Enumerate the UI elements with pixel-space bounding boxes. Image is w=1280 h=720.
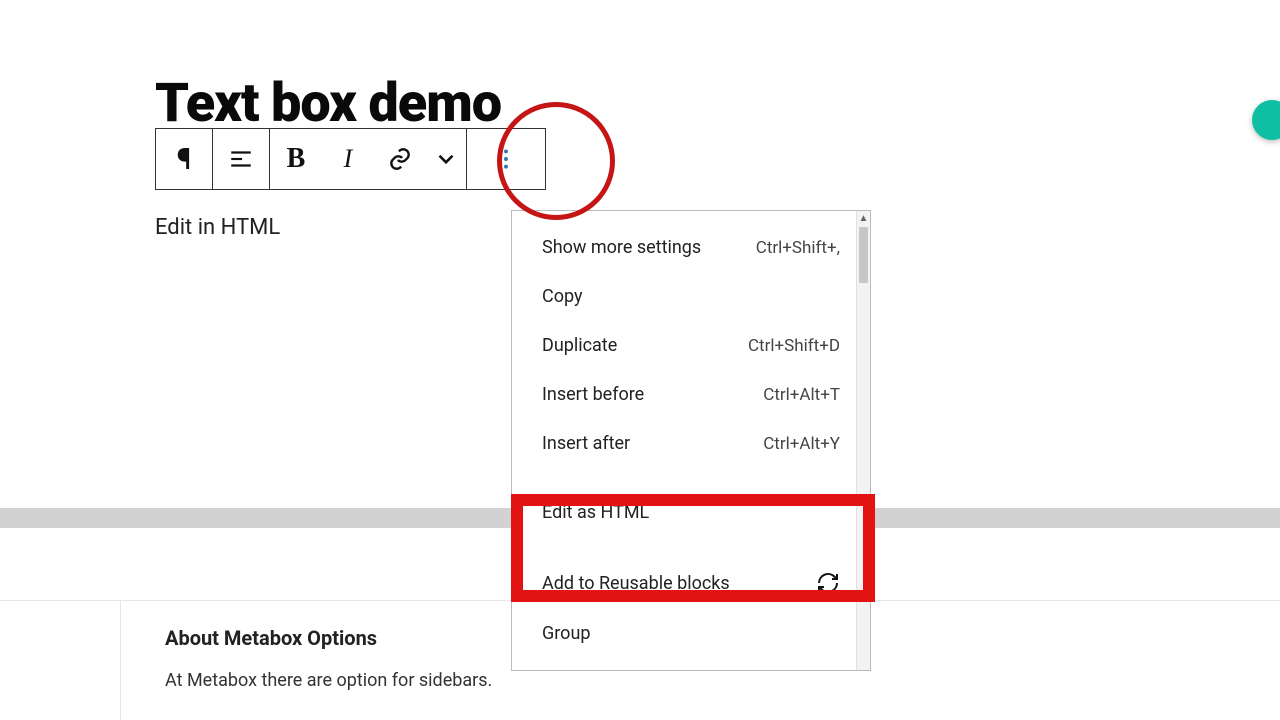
menu-label: Group — [542, 623, 590, 644]
menu-item-duplicate[interactable]: Duplicate Ctrl+Shift+D — [512, 321, 870, 370]
link-button[interactable] — [374, 129, 426, 189]
menu-item-add-reusable[interactable]: Add to Reusable blocks — [512, 557, 870, 609]
metabox-title: About Metabox Options — [165, 626, 492, 650]
menu-item-edit-as-html[interactable]: Edit as HTML — [512, 468, 870, 557]
italic-button[interactable]: I — [322, 129, 374, 189]
bottom-separator-vert — [120, 600, 121, 720]
more-rich-text-button[interactable] — [426, 129, 466, 189]
align-left-icon — [228, 146, 254, 172]
menu-item-insert-after[interactable]: Insert after Ctrl+Alt+Y — [512, 419, 870, 468]
align-button[interactable] — [213, 129, 269, 189]
scroll-thumb[interactable] — [859, 227, 868, 283]
menu-item-insert-before[interactable]: Insert before Ctrl+Alt+T — [512, 370, 870, 419]
metabox-section: About Metabox Options At Metabox there a… — [165, 626, 492, 691]
menu-label: Insert after — [542, 433, 630, 454]
link-icon — [387, 146, 413, 172]
assistant-bubble-icon[interactable] — [1252, 100, 1280, 140]
menu-label: Insert before — [542, 384, 644, 405]
block-options-dropdown: Show more settings Ctrl+Shift+, Copy Dup… — [511, 210, 871, 671]
menu-shortcut: Ctrl+Shift+, — [756, 238, 840, 258]
menu-item-group[interactable]: Group — [512, 609, 870, 658]
menu-label: Duplicate — [542, 335, 617, 356]
menu-label: Copy — [542, 286, 583, 307]
more-vertical-icon — [493, 146, 519, 172]
metabox-description: At Metabox there are option for sidebars… — [165, 670, 492, 691]
bold-icon: B — [287, 143, 306, 175]
dropdown-scrollbar[interactable]: ▲ — [856, 211, 870, 670]
chevron-down-icon — [433, 146, 459, 172]
italic-icon: I — [344, 144, 353, 174]
menu-label: Show more settings — [542, 237, 701, 258]
menu-shortcut: Ctrl+Shift+D — [748, 336, 840, 356]
refresh-icon — [816, 571, 840, 595]
menu-item-copy[interactable]: Copy — [512, 272, 870, 321]
paragraph-block-text[interactable]: Edit in HTML — [155, 215, 280, 240]
scroll-up-icon: ▲ — [857, 211, 870, 225]
menu-shortcut: Ctrl+Alt+T — [763, 385, 840, 405]
paragraph-type-button[interactable]: ¶ — [156, 129, 212, 189]
menu-label: Edit as HTML — [542, 502, 649, 523]
more-options-button[interactable] — [467, 129, 545, 189]
menu-item-show-more-settings[interactable]: Show more settings Ctrl+Shift+, — [512, 223, 870, 272]
menu-label: Add to Reusable blocks — [542, 573, 730, 594]
bold-button[interactable]: B — [270, 129, 322, 189]
page-title: Text box demo — [155, 72, 501, 135]
pilcrow-icon: ¶ — [177, 142, 192, 177]
block-toolbar: ¶ B I — [155, 128, 546, 190]
menu-shortcut: Ctrl+Alt+Y — [763, 434, 840, 454]
